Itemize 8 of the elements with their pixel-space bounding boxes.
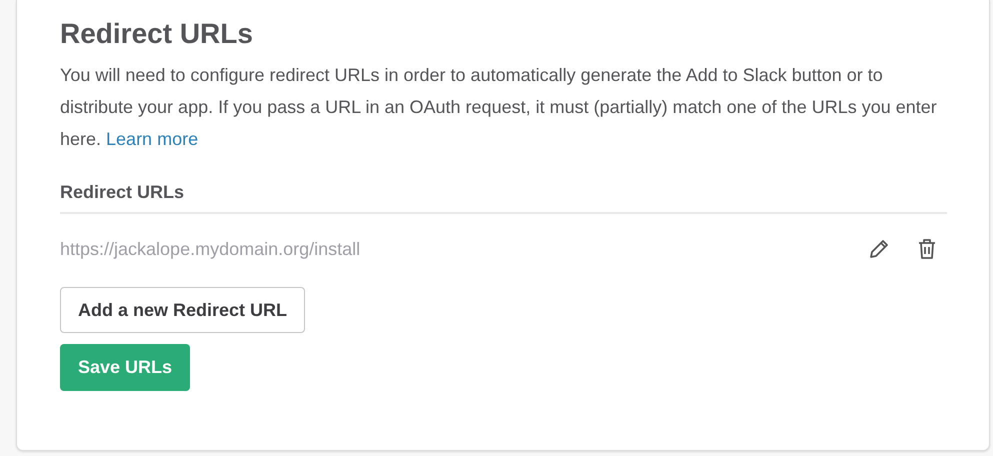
edit-icon[interactable] [867, 237, 891, 261]
description-text: You will need to configure redirect URLs in order to automatically generate the Add to Slack button or to distribute your app. If you pass a URL in an OAuth request, it must (partially) match one of the URLs you enter here. Learn more [60, 64, 938, 151]
list-heading: Redirect URLs [60, 181, 186, 203]
save-urls-button[interactable]: Save URLs [60, 344, 190, 391]
redirect-url-text: https://jackalope.mydomain.org/install [60, 238, 362, 260]
learn-more-link[interactable]: Learn more [106, 129, 198, 149]
add-redirect-url-button[interactable]: Add a new Redirect URL [60, 287, 306, 333]
section-title: Redirect URLs [60, 17, 254, 51]
